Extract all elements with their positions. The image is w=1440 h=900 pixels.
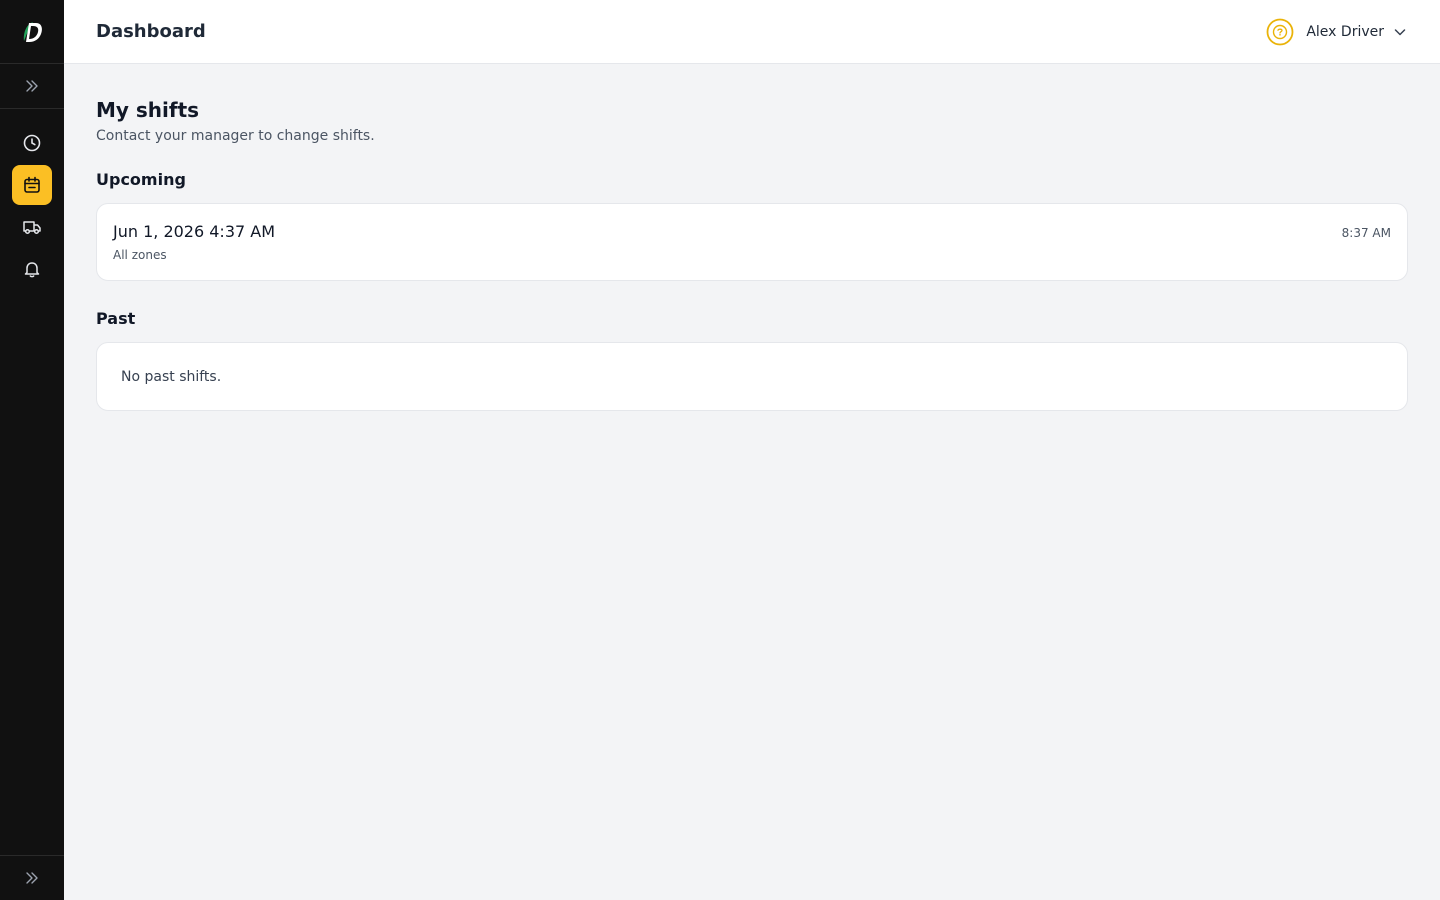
chevron-down-icon (1394, 28, 1406, 35)
shift-card[interactable]: Jun 1, 2026 4:37 AM All zones 8:37 AM (96, 203, 1408, 281)
clock-icon (23, 134, 41, 152)
shift-start: Jun 1, 2026 4:37 AM (113, 222, 276, 241)
app-logo[interactable] (0, 0, 64, 64)
top-header: Dashboard Alex Driver (64, 0, 1440, 64)
shift-info: Jun 1, 2026 4:37 AM All zones (113, 222, 275, 262)
sidebar (0, 0, 64, 900)
truck-icon (23, 221, 41, 235)
collapse-toggle-button[interactable] (0, 855, 64, 900)
user-area: Alex Driver (1266, 18, 1408, 46)
upcoming-section-title: Upcoming (96, 170, 186, 189)
header-title: Dashboard (96, 21, 206, 42)
shift-end: 8:37 AM (1341, 226, 1391, 240)
logo-icon (23, 21, 42, 42)
shift-zone: All zones (113, 248, 167, 262)
chevrons-right-icon (26, 872, 38, 884)
user-menu-button[interactable]: Alex Driver (1306, 24, 1408, 40)
sidebar-item-calendar[interactable] (12, 165, 52, 205)
calendar-icon (24, 176, 40, 193)
help-circle-icon (1266, 18, 1294, 45)
sidebar-item-notifications[interactable] (12, 249, 52, 289)
user-name: Alex Driver (1306, 23, 1384, 40)
page-subtitle: Contact your manager to change shifts. (96, 128, 375, 144)
help-button[interactable] (1266, 18, 1294, 46)
expand-sidebar-button[interactable] (0, 64, 64, 109)
empty-message: No past shifts. (121, 368, 222, 385)
past-section-title: Past (96, 309, 136, 328)
page-title: My shifts (96, 98, 200, 122)
sidebar-item-truck[interactable] (12, 207, 52, 247)
sidebar-item-clock[interactable] (12, 123, 52, 163)
chevrons-right-icon (26, 80, 38, 92)
sidebar-nav (12, 109, 52, 289)
bell-icon (24, 262, 40, 278)
past-shifts-empty: No past shifts. (96, 342, 1408, 411)
main-content: My shifts Contact your manager to change… (96, 64, 1408, 411)
